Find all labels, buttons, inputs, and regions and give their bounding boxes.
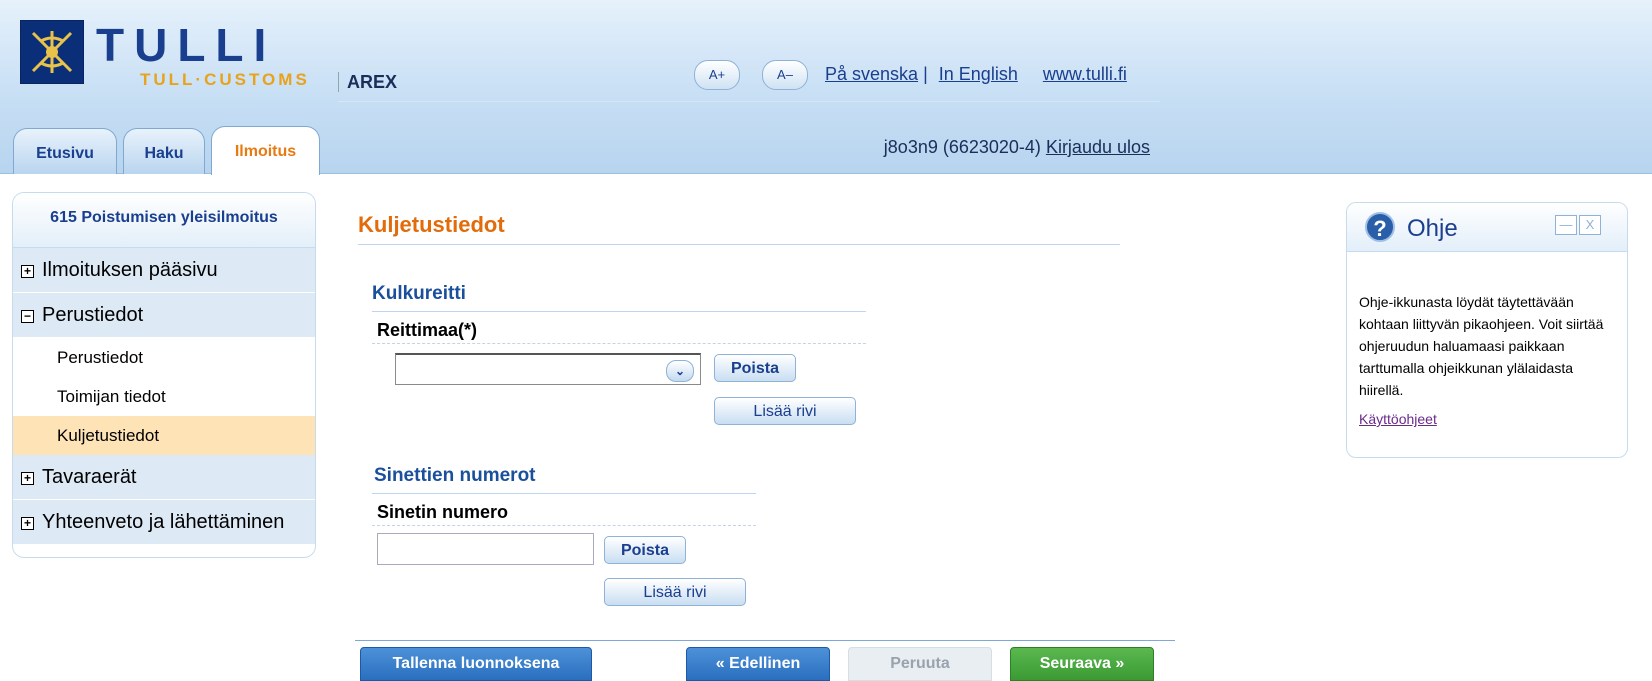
tab-haku[interactable]: Haku [123, 128, 205, 174]
cancel-button[interactable]: Peruuta [848, 647, 992, 681]
lang-english-link[interactable]: In English [939, 64, 1018, 84]
logout-link[interactable]: Kirjaudu ulos [1046, 137, 1150, 157]
seals-section-divider [372, 493, 756, 494]
font-decrease-button[interactable]: A– [762, 60, 808, 90]
page-title: Kuljetustiedot [358, 212, 505, 237]
expand-icon[interactable]: + [21, 472, 34, 485]
expand-icon[interactable]: + [21, 517, 34, 530]
route-country-select[interactable]: ⌄ [395, 353, 701, 385]
sidebar-subitem-kuljetustiedot[interactable]: Kuljetustiedot [13, 416, 315, 455]
help-question-icon: ? [1365, 212, 1395, 242]
double-chevron-left-icon: « [715, 655, 730, 672]
route-country-label: Reittimaa(*) [377, 320, 478, 340]
title-divider [358, 244, 1120, 245]
sidebar-item-yhteenveto[interactable]: + Yhteenveto ja lähettäminen [13, 500, 315, 545]
sidebar-item-tavaraerat[interactable]: + Tavaraerät [13, 455, 315, 500]
language-links: På svenska | In English www.tulli.fi [825, 64, 1127, 85]
help-panel-header[interactable]: ? Ohje — X [1347, 203, 1627, 252]
seals-header-divider [372, 525, 756, 526]
sidebar-item-ilmoituksen-paasivu[interactable]: + Ilmoituksen pääsivu [13, 248, 315, 293]
tab-ilmoitus[interactable]: Ilmoitus [211, 126, 320, 175]
user-guide-link[interactable]: Käyttöohjeet [1359, 411, 1437, 427]
save-draft-button[interactable]: Tallenna luonnoksena [360, 647, 592, 681]
tulli-emblem-icon [20, 20, 84, 84]
route-section-divider [372, 311, 866, 312]
help-title: Ohje [1407, 215, 1458, 242]
user-id: j8o3n9 (6623020-4) [883, 137, 1041, 157]
app-name: AREX [338, 72, 397, 92]
next-button[interactable]: Seuraava » [1010, 647, 1154, 681]
previous-label: Edellinen [729, 655, 801, 672]
tab-etusivu[interactable]: Etusivu [13, 128, 117, 174]
expand-icon[interactable]: + [21, 265, 34, 278]
collapse-icon[interactable]: − [21, 310, 34, 323]
seal-remove-button[interactable]: Poista [604, 536, 686, 564]
minimize-icon[interactable]: — [1555, 215, 1577, 235]
sidebar-title: 615 Poistumisen yleisilmoitus [13, 193, 315, 248]
sidebar-item-label: Yhteenveto ja lähettäminen [42, 511, 285, 533]
route-add-row-button[interactable]: Lisää rivi [714, 397, 856, 425]
footer-divider [355, 640, 1175, 641]
link-separator: | [923, 64, 928, 84]
help-panel[interactable]: ? Ohje — X Ohje-ikkunasta löydät täytett… [1346, 202, 1628, 458]
sidebar-nav: 615 Poistumisen yleisilmoitus + Ilmoituks… [12, 192, 316, 558]
header-divider [338, 101, 1160, 102]
sidebar-subitem-perustiedot[interactable]: Perustiedot [13, 338, 315, 377]
sidebar-subitem-toimijan-tiedot[interactable]: Toimijan tiedot [13, 377, 315, 416]
logo-subtitle: TULL·CUSTOMS [140, 70, 310, 89]
seal-number-label: Sinetin numero [377, 502, 509, 522]
chevron-down-icon[interactable]: ⌄ [666, 360, 694, 382]
header-bar: TULLI TULL·CUSTOMS AREX A+ A– På svenska… [0, 0, 1652, 175]
close-icon[interactable]: X [1579, 215, 1601, 235]
seal-add-row-button[interactable]: Lisää rivi [604, 578, 746, 606]
sidebar-item-label: Ilmoituksen pääsivu [42, 259, 218, 281]
sidebar-item-perustiedot-group[interactable]: − Perustiedot [13, 293, 315, 338]
sidebar-item-label: Perustiedot [42, 304, 144, 326]
logo-title: TULLI [96, 19, 277, 71]
next-label: Seuraava [1039, 655, 1111, 672]
lang-swedish-link[interactable]: På svenska [825, 64, 918, 84]
seal-number-input[interactable] [377, 533, 594, 565]
help-text: Ohje-ikkunasta löydät täytettävään kohta… [1359, 294, 1604, 398]
sidebar-item-label: Tavaraerät [42, 466, 137, 488]
seals-section-title: Sinettien numerot [374, 465, 536, 486]
route-section-title: Kulkureitti [372, 283, 466, 304]
route-header-divider [372, 343, 866, 344]
user-info: j8o3n9 (6623020-4) Kirjaudu ulos [884, 137, 1150, 158]
previous-button[interactable]: « Edellinen [686, 647, 830, 681]
double-chevron-right-icon: » [1110, 655, 1125, 672]
tulli-site-link[interactable]: www.tulli.fi [1043, 64, 1127, 84]
font-increase-button[interactable]: A+ [694, 60, 740, 90]
route-remove-button[interactable]: Poista [714, 354, 796, 382]
